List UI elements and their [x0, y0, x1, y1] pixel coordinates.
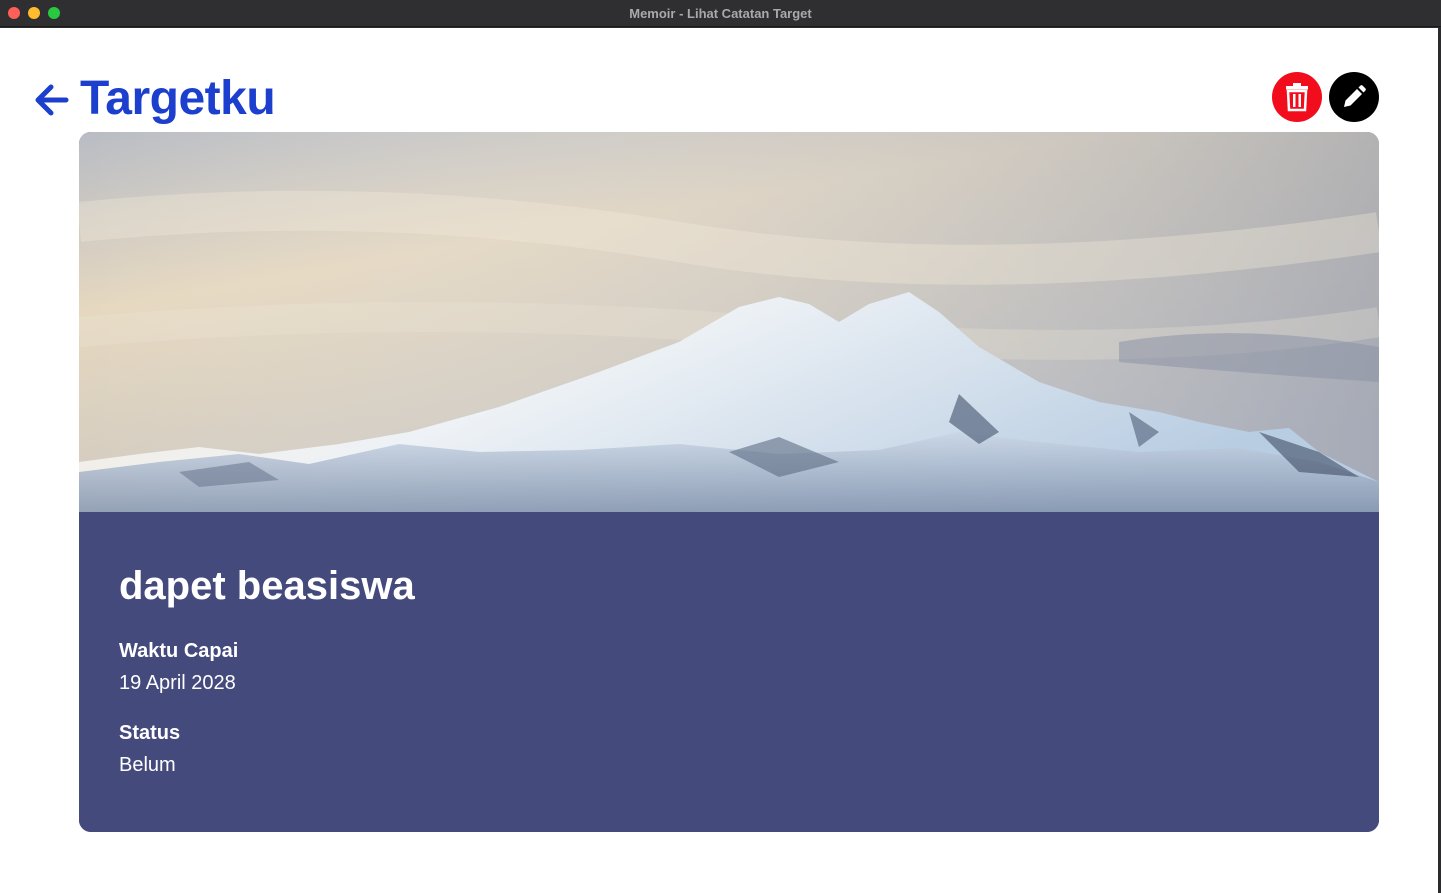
pencil-icon: [1344, 85, 1366, 107]
target-time-label: Waktu Capai: [119, 640, 239, 662]
target-info-panel: dapet beasiswa Waktu Capai 19 April 2028…: [79, 512, 1379, 832]
page-title: Targetku: [80, 72, 276, 125]
arrow-left-icon: [35, 84, 69, 116]
window-titlebar: Memoir - Lihat Catatan Target: [0, 0, 1441, 27]
target-time-value: 19 April 2028: [119, 672, 236, 694]
back-button[interactable]: [32, 81, 70, 119]
target-status-value: Belum: [119, 754, 176, 776]
app-content: Targetku dapet beasiswa Waktu Capai 19 A…: [0, 28, 1438, 893]
edit-button[interactable]: [1329, 72, 1379, 122]
target-hero-image: [79, 132, 1379, 512]
target-title: dapet beasiswa: [119, 564, 415, 608]
window-title: Memoir - Lihat Catatan Target: [629, 6, 812, 21]
target-card: dapet beasiswa Waktu Capai 19 April 2028…: [79, 132, 1379, 832]
delete-button[interactable]: [1272, 72, 1322, 122]
target-status-label: Status: [119, 722, 181, 744]
trash-icon: [1286, 83, 1308, 112]
